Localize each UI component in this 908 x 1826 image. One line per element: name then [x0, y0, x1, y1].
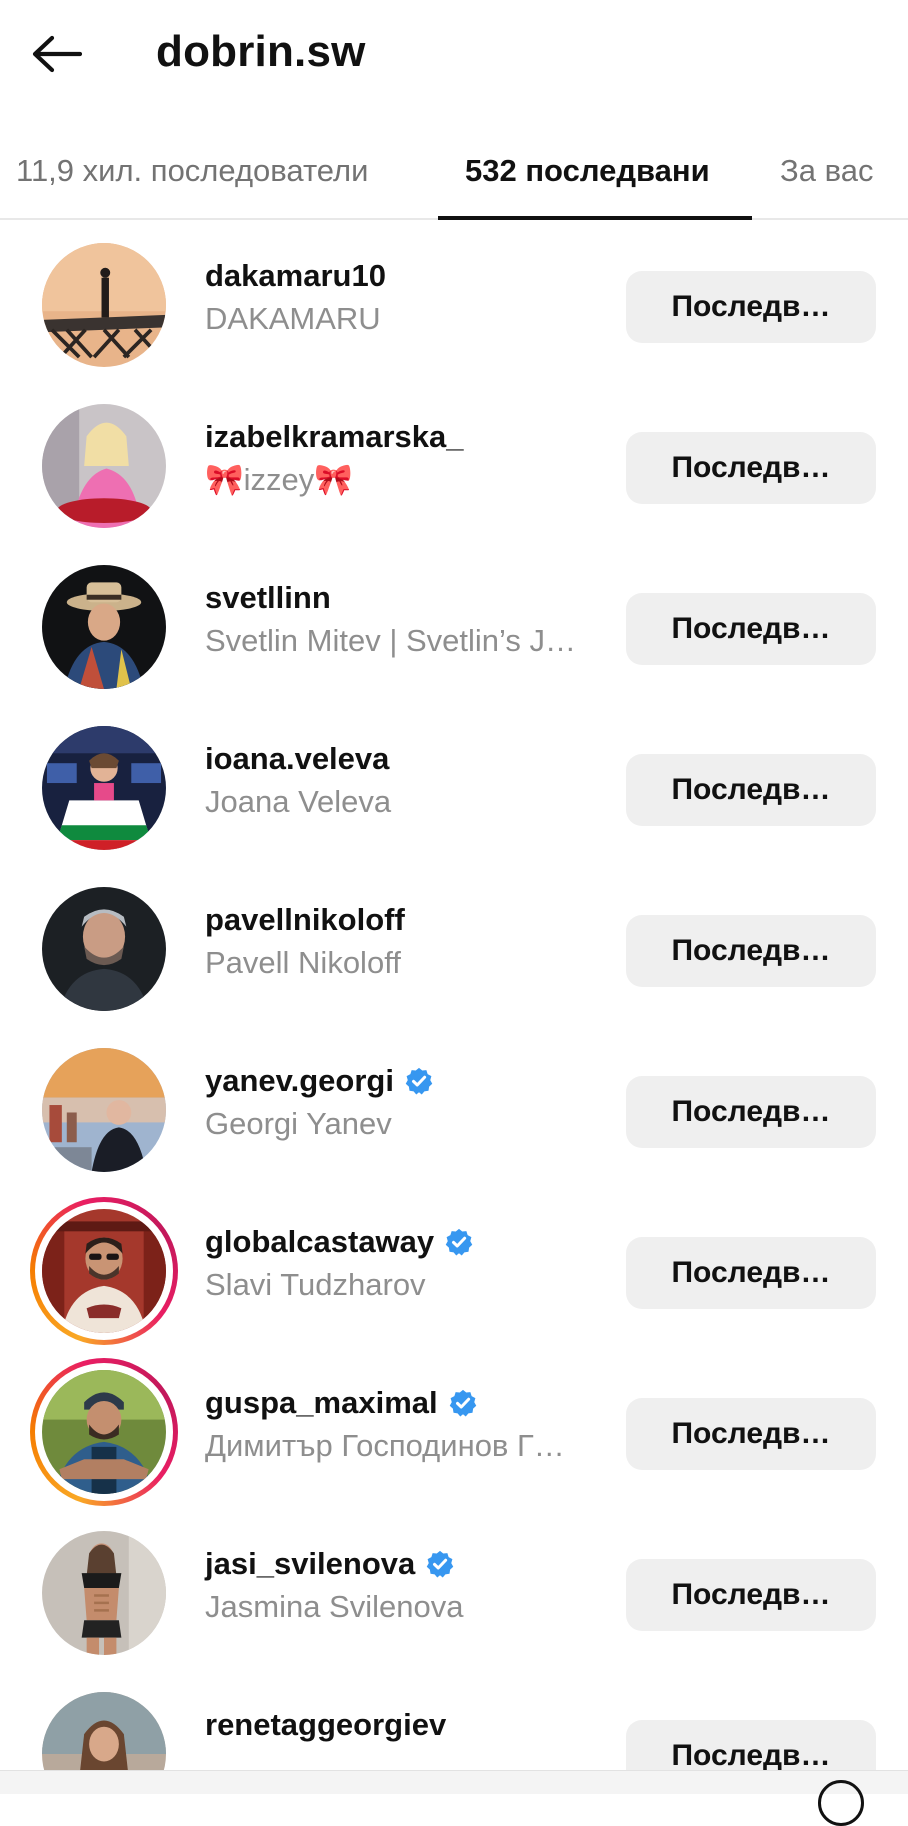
verified-badge-icon [404, 1066, 434, 1096]
list-item[interactable]: pavellnikoloff Pavell Nikoloff Последв… [0, 864, 908, 1025]
profile-photo [42, 887, 166, 1011]
list-item[interactable]: globalcastaway Slavi Tudzharov Последв… [0, 1186, 908, 1347]
full-name: Joana Veleva [205, 784, 392, 819]
username[interactable]: izabelkramarska_ [205, 416, 464, 458]
username[interactable]: svetllinn [205, 577, 331, 619]
tab-for-you[interactable]: За вас [780, 148, 873, 194]
profile-nav-icon[interactable] [818, 1780, 864, 1826]
avatar[interactable] [42, 726, 166, 850]
avatar-story-ring[interactable] [30, 1197, 178, 1345]
full-name: Georgi Yanev [205, 1106, 392, 1141]
avatar[interactable] [42, 887, 166, 1011]
following-button[interactable]: Последв… [626, 915, 876, 987]
following-button[interactable]: Последв… [626, 432, 876, 504]
following-button[interactable]: Последв… [626, 1076, 876, 1148]
profile-photo [42, 1370, 166, 1494]
following-button[interactable]: Последв… [626, 1398, 876, 1470]
verified-badge-icon [444, 1227, 474, 1257]
profile-photo [42, 1531, 166, 1655]
username[interactable]: renetaggeorgiev [205, 1704, 446, 1746]
full-name: 🎀izzey🎀 [205, 462, 353, 497]
avatar-story-ring[interactable] [30, 1358, 178, 1506]
list-item[interactable]: jasi_svilenova Jasmina Svilenova Последв… [0, 1508, 908, 1669]
username[interactable]: yanev.georgi [205, 1060, 394, 1102]
back-button[interactable] [28, 26, 84, 82]
following-button[interactable]: Последв… [626, 593, 876, 665]
list-item[interactable]: svetllinn Svetlin Mitev | Svetlin’s J… П… [0, 542, 908, 703]
following-button[interactable]: Последв… [626, 271, 876, 343]
tab-followers[interactable]: 11,9 хил. последователи [16, 148, 368, 194]
avatar[interactable] [42, 565, 166, 689]
profile-photo [42, 1209, 166, 1333]
list-item[interactable]: ioana.veleva Joana Veleva Последв… [0, 703, 908, 864]
avatar[interactable] [42, 404, 166, 528]
list-item[interactable]: guspa_maximal Димитър Господинов Г… Посл… [0, 1347, 908, 1508]
list-item[interactable]: dakamaru10 DAKAMARU Последв… [0, 220, 908, 381]
profile-photo [42, 565, 166, 689]
full-name: Svetlin Mitev | Svetlin’s J… [205, 623, 576, 658]
profile-photo [42, 243, 166, 367]
username[interactable]: pavellnikoloff [205, 899, 405, 941]
following-button[interactable]: Последв… [626, 754, 876, 826]
avatar[interactable] [42, 1048, 166, 1172]
page-title: dobrin.sw [156, 27, 366, 76]
bottom-nav-bar [0, 1770, 908, 1794]
verified-badge-icon [448, 1388, 478, 1418]
following-list: dakamaru10 DAKAMARU Последв… izabelkrama [0, 220, 908, 1794]
list-item[interactable]: yanev.georgi Georgi Yanev Последв… [0, 1025, 908, 1186]
username[interactable]: dakamaru10 [205, 255, 386, 297]
profile-photo [42, 726, 166, 850]
full-name: DAKAMARU [205, 301, 381, 336]
following-button[interactable]: Последв… [626, 1237, 876, 1309]
username[interactable]: guspa_maximal [205, 1382, 438, 1424]
username[interactable]: jasi_svilenova [205, 1543, 415, 1585]
profile-photo [42, 404, 166, 528]
avatar[interactable] [42, 243, 166, 367]
username[interactable]: ioana.veleva [205, 738, 389, 780]
top-bar: dobrin.sw [0, 0, 908, 104]
username[interactable]: globalcastaway [205, 1221, 434, 1263]
full-name: Jasmina Svilenova [205, 1589, 464, 1624]
full-name: Slavi Tudzharov [205, 1267, 426, 1302]
full-name: Димитър Господинов Г… [205, 1428, 565, 1463]
arrow-left-icon [32, 35, 82, 73]
verified-badge-icon [425, 1549, 455, 1579]
following-button[interactable]: Последв… [626, 1559, 876, 1631]
follow-tabs: 11,9 хил. последователи 532 последвани З… [0, 128, 908, 220]
tab-following[interactable]: 532 последвани [465, 148, 710, 194]
full-name: Pavell Nikoloff [205, 945, 401, 980]
profile-photo [42, 1048, 166, 1172]
list-item[interactable]: izabelkramarska_ 🎀izzey🎀 Последв… [0, 381, 908, 542]
avatar[interactable] [42, 1531, 166, 1655]
